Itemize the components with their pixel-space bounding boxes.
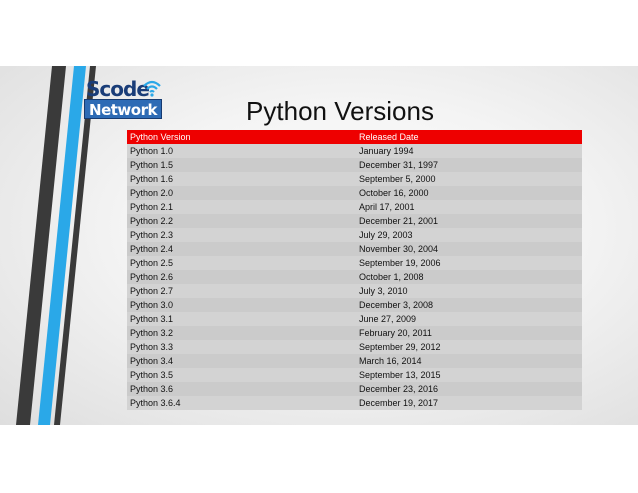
date-cell: December 21, 2001 bbox=[356, 214, 582, 228]
versions-table: Python Version Released Date Python 1.0 J… bbox=[127, 130, 582, 410]
date-cell: March 16, 2014 bbox=[356, 354, 582, 368]
date-cell: December 23, 2016 bbox=[356, 382, 582, 396]
date-cell: September 5, 2000 bbox=[356, 172, 582, 186]
date-cell: July 3, 2010 bbox=[356, 284, 582, 298]
date-cell: October 16, 2000 bbox=[356, 186, 582, 200]
table-row: Python 3.5 September 13, 2015 bbox=[127, 368, 582, 382]
version-cell: Python 1.6 bbox=[127, 172, 356, 186]
table-row: Python 3.6 December 23, 2016 bbox=[127, 382, 582, 396]
table-row: Python 2.2 December 21, 2001 bbox=[127, 214, 582, 228]
table-row: Python 2.0 October 16, 2000 bbox=[127, 186, 582, 200]
date-cell: June 27, 2009 bbox=[356, 312, 582, 326]
version-cell: Python 3.6 bbox=[127, 382, 356, 396]
version-cell: Python 1.0 bbox=[127, 144, 356, 158]
table-row: Python 3.3 September 29, 2012 bbox=[127, 340, 582, 354]
date-cell: September 19, 2006 bbox=[356, 256, 582, 270]
table-row: Python 1.6 September 5, 2000 bbox=[127, 172, 582, 186]
version-cell: Python 3.5 bbox=[127, 368, 356, 382]
table-row: Python 3.0 December 3, 2008 bbox=[127, 298, 582, 312]
date-cell: September 13, 2015 bbox=[356, 368, 582, 382]
column-header-date: Released Date bbox=[356, 130, 582, 144]
table-row: Python 2.1 April 17, 2001 bbox=[127, 200, 582, 214]
version-cell: Python 2.7 bbox=[127, 284, 356, 298]
table-row: Python 3.1 June 27, 2009 bbox=[127, 312, 582, 326]
version-cell: Python 2.2 bbox=[127, 214, 356, 228]
date-cell: April 17, 2001 bbox=[356, 200, 582, 214]
logo-line1: Scode bbox=[86, 77, 150, 101]
table-row: Python 3.6.4 December 19, 2017 bbox=[127, 396, 582, 410]
table-row: Python 2.4 November 30, 2004 bbox=[127, 242, 582, 256]
slide: Scode Network Python Versions Python Ver… bbox=[0, 66, 638, 425]
version-cell: Python 2.0 bbox=[127, 186, 356, 200]
version-cell: Python 3.3 bbox=[127, 340, 356, 354]
table-row: Python 2.7 July 3, 2010 bbox=[127, 284, 582, 298]
table-row: Python 2.5 September 19, 2006 bbox=[127, 256, 582, 270]
page-title: Python Versions bbox=[246, 96, 434, 126]
date-cell: October 1, 2008 bbox=[356, 270, 582, 284]
version-cell: Python 3.1 bbox=[127, 312, 356, 326]
logo: Scode Network bbox=[84, 78, 164, 122]
version-cell: Python 1.5 bbox=[127, 158, 356, 172]
date-cell: September 29, 2012 bbox=[356, 340, 582, 354]
date-cell: December 19, 2017 bbox=[356, 396, 582, 410]
date-cell: January 1994 bbox=[356, 144, 582, 158]
table-header-row: Python Version Released Date bbox=[127, 130, 582, 144]
version-cell: Python 2.4 bbox=[127, 242, 356, 256]
version-cell: Python 3.4 bbox=[127, 354, 356, 368]
date-cell: July 29, 2003 bbox=[356, 228, 582, 242]
date-cell: December 31, 1997 bbox=[356, 158, 582, 172]
column-header-version: Python Version bbox=[127, 130, 356, 144]
table-row: Python 3.4 March 16, 2014 bbox=[127, 354, 582, 368]
version-cell: Python 2.3 bbox=[127, 228, 356, 242]
table-row: Python 1.0 January 1994 bbox=[127, 144, 582, 158]
date-cell: November 30, 2004 bbox=[356, 242, 582, 256]
table-row: Python 2.3 July 29, 2003 bbox=[127, 228, 582, 242]
table-row: Python 2.6 October 1, 2008 bbox=[127, 270, 582, 284]
version-cell: Python 2.6 bbox=[127, 270, 356, 284]
version-cell: Python 3.6.4 bbox=[127, 396, 356, 410]
table-row: Python 1.5 December 31, 1997 bbox=[127, 158, 582, 172]
date-cell: February 20, 2011 bbox=[356, 326, 582, 340]
wifi-icon bbox=[143, 80, 161, 97]
version-cell: Python 3.2 bbox=[127, 326, 356, 340]
logo-line2: Network bbox=[84, 99, 162, 119]
version-cell: Python 2.1 bbox=[127, 200, 356, 214]
version-cell: Python 2.5 bbox=[127, 256, 356, 270]
table-row: Python 3.2 February 20, 2011 bbox=[127, 326, 582, 340]
version-cell: Python 3.0 bbox=[127, 298, 356, 312]
date-cell: December 3, 2008 bbox=[356, 298, 582, 312]
